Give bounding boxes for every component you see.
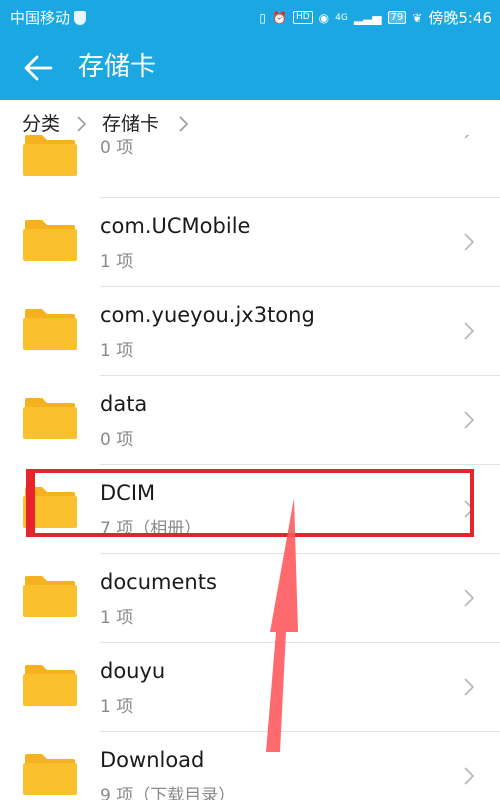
list-item[interactable]: . . 0 项 (0, 135, 500, 200)
shield-icon (74, 10, 87, 25)
chevron-right-icon (464, 233, 475, 251)
chevron-right-icon (464, 135, 470, 139)
breadcrumb-item-category[interactable]: 分类 (22, 112, 60, 136)
chevron-right-icon (464, 411, 475, 429)
list-item-count: 1 项 (100, 608, 134, 628)
leaf-icon: ❦ (412, 10, 423, 25)
list-item[interactable]: Download 9 项（下载目录） (0, 732, 500, 800)
chevron-right-icon (464, 678, 475, 696)
chevron-right-icon (464, 767, 475, 785)
list-item-count: 1 项 (100, 252, 134, 272)
list-item-count: 9 项（下载目录） (100, 786, 236, 800)
battery-icon: 79 (387, 11, 407, 24)
file-list: . . 0 项 com.UCMobile 1 项 com.yueyou.jx3t… (0, 135, 500, 800)
hd-icon: HD (292, 11, 313, 24)
list-item-name: com.yueyou.jx3tong (100, 303, 315, 327)
status-bar: 中国移动 ▯ ⏰ HD ◉ 4G ▂▃▅ 79 ❦ 傍晚5:46 (0, 0, 500, 34)
clock-label: 傍晚5:46 (428, 9, 492, 27)
list-item[interactable]: douyu 1 项 (0, 643, 500, 732)
folder-icon (23, 220, 77, 261)
app-bar: 存储卡 (0, 34, 500, 100)
arrow-left-icon (24, 55, 53, 81)
list-item[interactable]: data 0 项 (0, 376, 500, 465)
status-left: 中国移动 (10, 7, 87, 28)
status-right: ▯ ⏰ HD ◉ 4G ▂▃▅ 79 ❦ 傍晚5:46 (259, 7, 492, 28)
list-item-count: 0 项 (100, 138, 134, 158)
breadcrumb-item-storage[interactable]: 存储卡 (102, 112, 159, 136)
list-item-count: 0 项 (100, 430, 134, 450)
list-item-name: douyu (100, 659, 166, 683)
list-item-name: documents (100, 570, 217, 594)
list-item[interactable]: com.UCMobile 1 项 (0, 198, 500, 287)
network-type-label: 4G (335, 12, 348, 23)
alarm-icon: ⏰ (271, 10, 287, 25)
highlight-box (26, 469, 474, 537)
highlight-box-edge (26, 469, 35, 537)
folder-icon (23, 576, 77, 617)
eye-icon: ◉ (318, 10, 330, 25)
list-item-name: Download (100, 748, 205, 772)
chevron-right-icon (179, 116, 189, 132)
chevron-right-icon (464, 322, 475, 340)
folder-icon (23, 665, 77, 706)
chevron-right-icon (77, 116, 87, 132)
carrier-label: 中国移动 (10, 9, 71, 27)
folder-icon (23, 135, 77, 176)
list-item-name: com.UCMobile (100, 214, 251, 238)
list-item-name: data (100, 392, 148, 416)
signal-icon: ▂▃▅ (353, 10, 382, 25)
list-item-count: 1 项 (100, 697, 134, 717)
chevron-right-icon (464, 589, 475, 607)
vibrate-icon: ▯ (259, 10, 266, 25)
folder-icon (23, 754, 77, 795)
folder-icon (23, 309, 77, 350)
list-item[interactable]: com.yueyou.jx3tong 1 项 (0, 287, 500, 376)
folder-icon (23, 398, 77, 439)
list-item-count: 1 项 (100, 341, 134, 361)
page-title: 存储卡 (78, 52, 157, 82)
back-button[interactable] (18, 50, 58, 86)
list-item[interactable]: documents 1 项 (0, 554, 500, 643)
